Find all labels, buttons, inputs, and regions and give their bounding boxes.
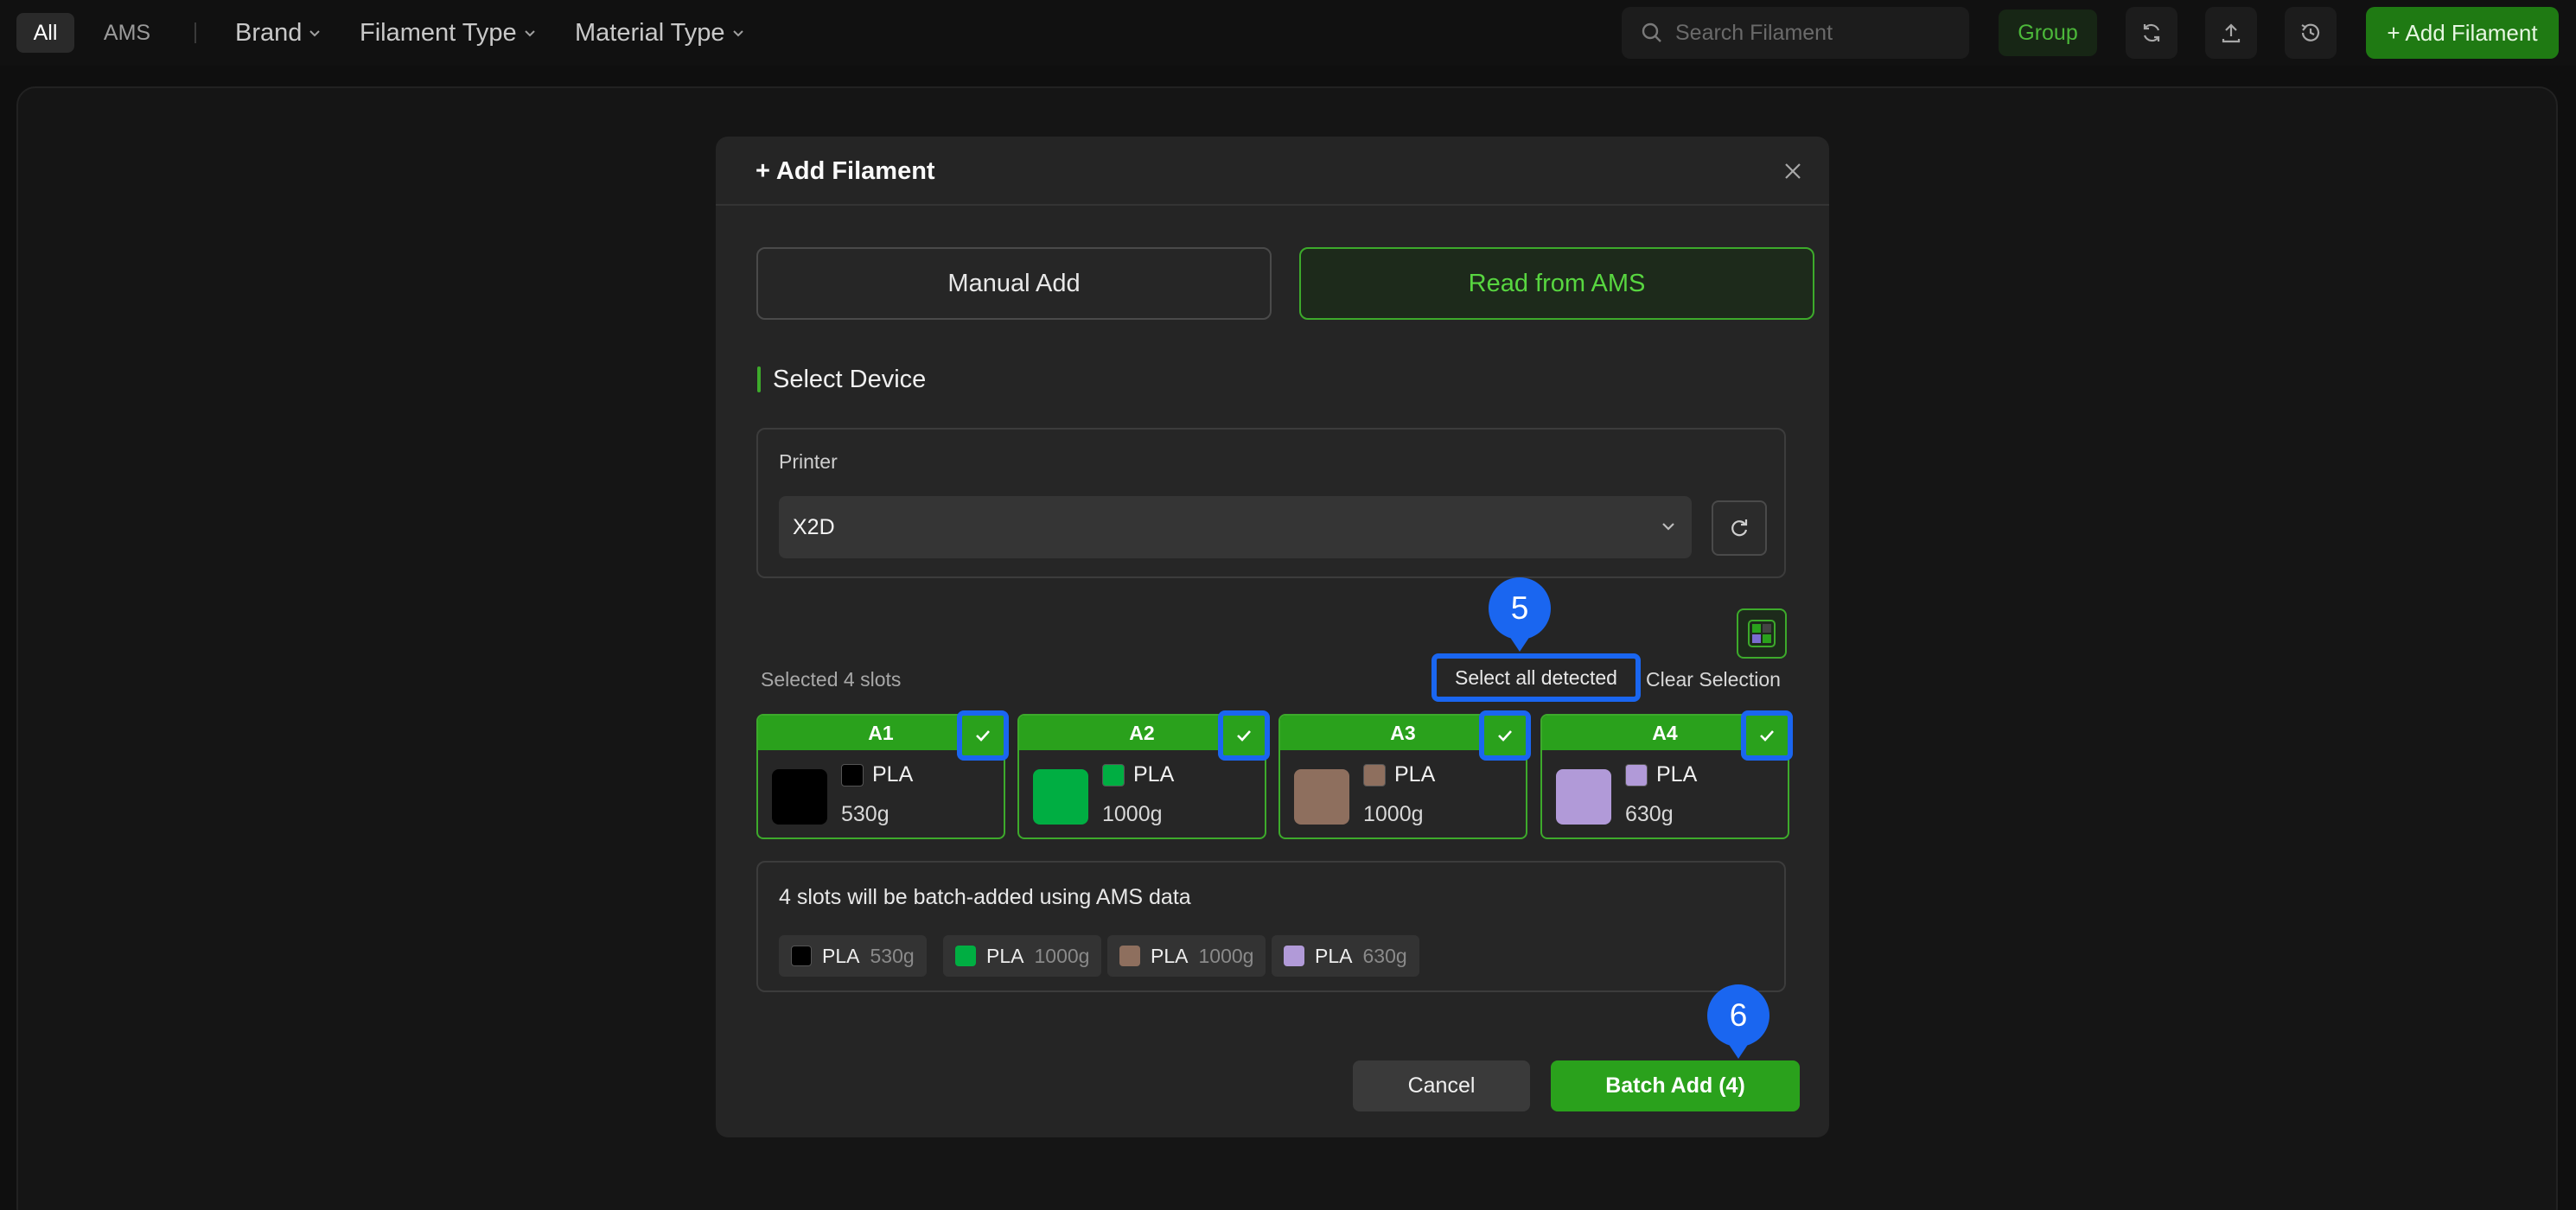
step-badge-5: 5 [1489,577,1551,652]
slot-color-chip [841,764,864,786]
chip-type: PLA [986,944,1024,967]
dialog-title: + Add Filament [756,157,935,185]
ams-slot-card[interactable]: A2 PLA 1000g [1017,710,1270,839]
refresh-printer-button[interactable] [1712,500,1767,556]
slot-type: PLA [1133,762,1175,786]
slot-weight: 1000g [1363,802,1424,826]
checkmark-icon [1498,730,1512,742]
chip-weight: 1000g [1198,944,1254,967]
printer-select[interactable]: X2D [779,496,1692,558]
top-bar: All AMS Brand Filament Type Material Typ… [0,0,2576,66]
slot-weight: 1000g [1102,802,1163,826]
chevron-down-icon [732,30,743,37]
chevron-down-icon [309,30,321,37]
slot-color-chip [1363,764,1386,786]
cancel-button[interactable]: Cancel [1353,1060,1530,1111]
chip-weight: 630g [1362,944,1407,967]
slot-color-swatch [772,769,827,825]
clear-selection-button[interactable]: Clear Selection [1646,668,1781,691]
search-icon [1642,22,1661,42]
manual-add-button[interactable]: Manual Add [756,247,1272,320]
section-title: Select Device [757,365,927,393]
batch-add-button[interactable]: Batch Add (4) [1551,1060,1800,1111]
slot-type: PLA [1394,762,1436,786]
sync-icon [2143,23,2160,42]
grid-view-toggle[interactable] [1737,608,1787,659]
slot-checkbox[interactable] [1741,710,1793,761]
slot-type: PLA [872,762,914,786]
slot-weight: 630g [1625,802,1674,826]
chip-type: PLA [1315,944,1353,967]
chevron-down-icon [524,30,535,37]
step-badge-6: 6 [1707,984,1769,1059]
divider [194,22,196,43]
slot-type: PLA [1656,762,1698,786]
chip-color-swatch [1119,946,1140,966]
upload-icon [2222,23,2241,43]
dialog-header: + Add Filament [716,137,1829,206]
printer-label: Printer [779,450,838,473]
batch-summary-text: 4 slots will be batch-added using AMS da… [779,885,1191,909]
summary-chip: PLA 1000g [1107,935,1266,977]
printer-selected-value: X2D [793,514,835,539]
summary-chip: PLA 630g [1272,935,1419,977]
slot-color-chip [1102,764,1125,786]
slot-weight: 530g [841,802,889,826]
history-icon [2301,23,2320,41]
chip-color-swatch [1284,946,1304,966]
select-all-detected-button[interactable]: Select all detected [1431,653,1641,702]
section-title-text: Select Device [773,365,927,393]
checkmark-icon [1760,730,1774,742]
checkmark-icon [976,730,990,742]
ams-slot-card[interactable]: A4 PLA 630g [1540,710,1793,839]
brand-filter-label: Brand [235,18,303,47]
slot-checkbox[interactable] [957,710,1009,761]
summary-chip: PLA 1000g [943,935,1102,977]
search-input[interactable] [1675,20,1952,46]
group-button[interactable]: Group [1999,10,2097,56]
sync-button[interactable] [2126,7,2177,59]
checkmark-icon [1237,730,1251,742]
tab-ams[interactable]: AMS [90,13,164,53]
close-icon [1785,163,1801,179]
chip-weight: 1000g [1034,944,1090,967]
slot-checkbox[interactable] [1218,710,1270,761]
chevron-down-icon [1662,523,1674,531]
ams-slot-card[interactable]: A3 PLA 1000g [1278,710,1531,839]
upload-button[interactable] [2205,7,2257,59]
filament-type-filter[interactable]: Filament Type [360,13,536,53]
chip-weight: 530g [870,944,915,967]
close-button[interactable] [1781,159,1805,183]
read-from-ams-button[interactable]: Read from AMS [1299,247,1814,320]
material-type-filter-label: Material Type [575,18,725,47]
selected-slot-count: Selected 4 slots [761,668,902,691]
add-filament-dialog: + Add Filament Manual Add Read from AMS … [716,137,1829,1137]
slot-color-chip [1625,764,1648,786]
section-accent-bar [757,366,761,392]
refresh-icon [1731,519,1748,537]
chip-type: PLA [822,944,860,967]
grid-icon [1748,620,1776,647]
chip-color-swatch [791,946,812,966]
material-type-filter[interactable]: Material Type [575,13,744,53]
search-box [1622,7,1969,59]
slot-color-swatch [1556,769,1611,825]
add-filament-button[interactable]: + Add Filament [2366,7,2559,59]
slot-color-swatch [1294,769,1349,825]
chip-color-swatch [955,946,976,966]
brand-filter[interactable]: Brand [235,13,321,53]
summary-chip: PLA 530g [779,935,927,977]
filament-type-filter-label: Filament Type [360,18,517,47]
history-button[interactable] [2285,7,2337,59]
batch-summary-panel: 4 slots will be batch-added using AMS da… [756,861,1786,992]
chip-type: PLA [1151,944,1189,967]
slot-color-swatch [1033,769,1088,825]
printer-panel: Printer X2D [756,428,1786,578]
ams-slot-card[interactable]: A1 PLA 530g [756,710,1009,839]
slot-checkbox[interactable] [1479,710,1531,761]
tab-all[interactable]: All [16,13,74,53]
